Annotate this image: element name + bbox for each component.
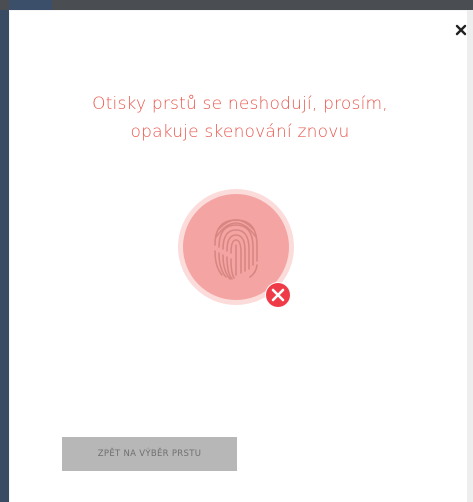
error-message: Otisky prstů se neshodují, prosím, opaku…	[40, 90, 440, 146]
dialog-scroll-rail	[467, 10, 473, 502]
error-message-line-1: Otisky prstů se neshodují, prosím,	[92, 94, 388, 114]
fingerprint-scanner	[174, 189, 298, 313]
close-button[interactable]	[451, 20, 471, 40]
close-icon	[455, 24, 467, 36]
error-message-line-2: opakuje skenování znovu	[130, 122, 350, 142]
backdrop-left	[0, 0, 9, 502]
backdrop-top	[0, 0, 473, 10]
error-badge	[265, 282, 291, 308]
back-to-finger-selection-button[interactable]: ZPĚT NA VÝBĚR PRSTU	[62, 437, 237, 471]
